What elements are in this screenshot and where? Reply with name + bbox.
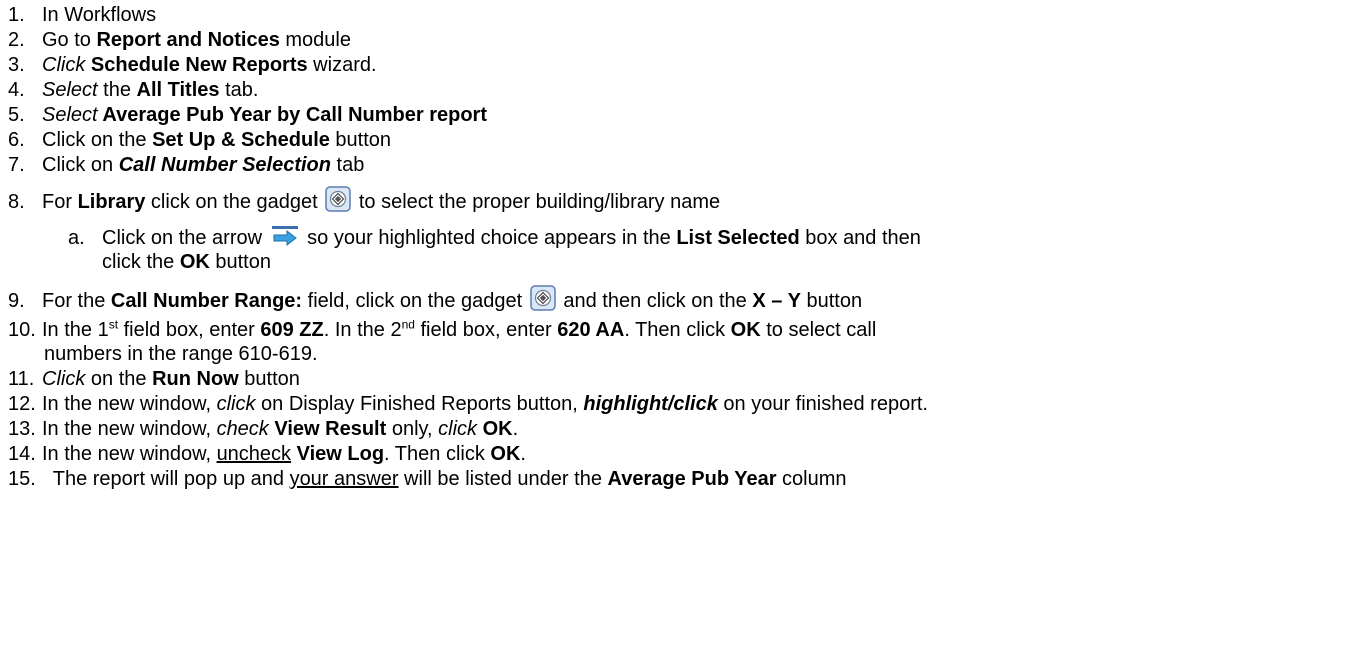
step-14: 14. In the new window, uncheck View Log. … — [8, 443, 526, 465]
step-12: 12. In the new window, click on Display F… — [8, 393, 928, 415]
step-number: 9. — [8, 290, 25, 312]
step-9: 9. For the Call Number Range: field, clic… — [8, 285, 862, 313]
instructions-document: 1. In Workflows 2. Go to Report and Notice… — [0, 0, 1370, 658]
step-7: 7. Click on Call Number Selection tab — [8, 154, 365, 176]
step-2: 2. Go to Report and Notices module — [8, 29, 351, 51]
step-3: 3. Click Schedule New Reports wizard. — [8, 54, 377, 76]
step-5: 5. Select Average Pub Year by Call Number… — [8, 104, 487, 126]
gadget-icon[interactable] — [325, 186, 352, 212]
step-number: 7. — [8, 154, 25, 176]
step-8a-continued: click the OK button — [102, 251, 271, 273]
step-13: 13. In the new window, check View Result … — [8, 418, 519, 440]
step-number: 10. — [8, 319, 36, 341]
right-arrow-icon[interactable] — [271, 226, 298, 246]
step-1: 1. In Workflows — [8, 4, 157, 26]
step-4: 4. Select the All Titles tab. — [8, 79, 259, 101]
step-8a: a. Click on the arrow so your highlighted… — [68, 226, 921, 249]
step-number: 15. — [8, 468, 36, 490]
step-6: 6. Click on the Set Up & Schedule button — [8, 129, 392, 151]
step-11: 11. Click on the Run Now button — [8, 368, 300, 390]
step-number: 6. — [8, 129, 25, 151]
step-number: 11. — [8, 368, 35, 390]
step-10-continued: numbers in the range 610-619. — [44, 343, 318, 365]
step-10: 10. In the 1st field box, enter 609 ZZ. I… — [8, 317, 877, 341]
step-number: 2. — [8, 29, 25, 51]
step-number: 4. — [8, 79, 25, 101]
step-15: 15. The report will pop up and your answ… — [8, 468, 847, 490]
step-number: 3. — [8, 54, 25, 76]
gadget-icon[interactable] — [530, 285, 556, 311]
step-number: 12. — [8, 393, 36, 415]
step-number: 13. — [8, 418, 36, 440]
step-number: 1. — [8, 4, 25, 26]
step-number: 14. — [8, 443, 36, 465]
step-letter: a. — [68, 227, 85, 249]
step-number: 8. — [8, 191, 25, 213]
step-8: 8. For Library click on the gadget to sel… — [8, 186, 720, 214]
step-number: 5. — [8, 104, 25, 126]
